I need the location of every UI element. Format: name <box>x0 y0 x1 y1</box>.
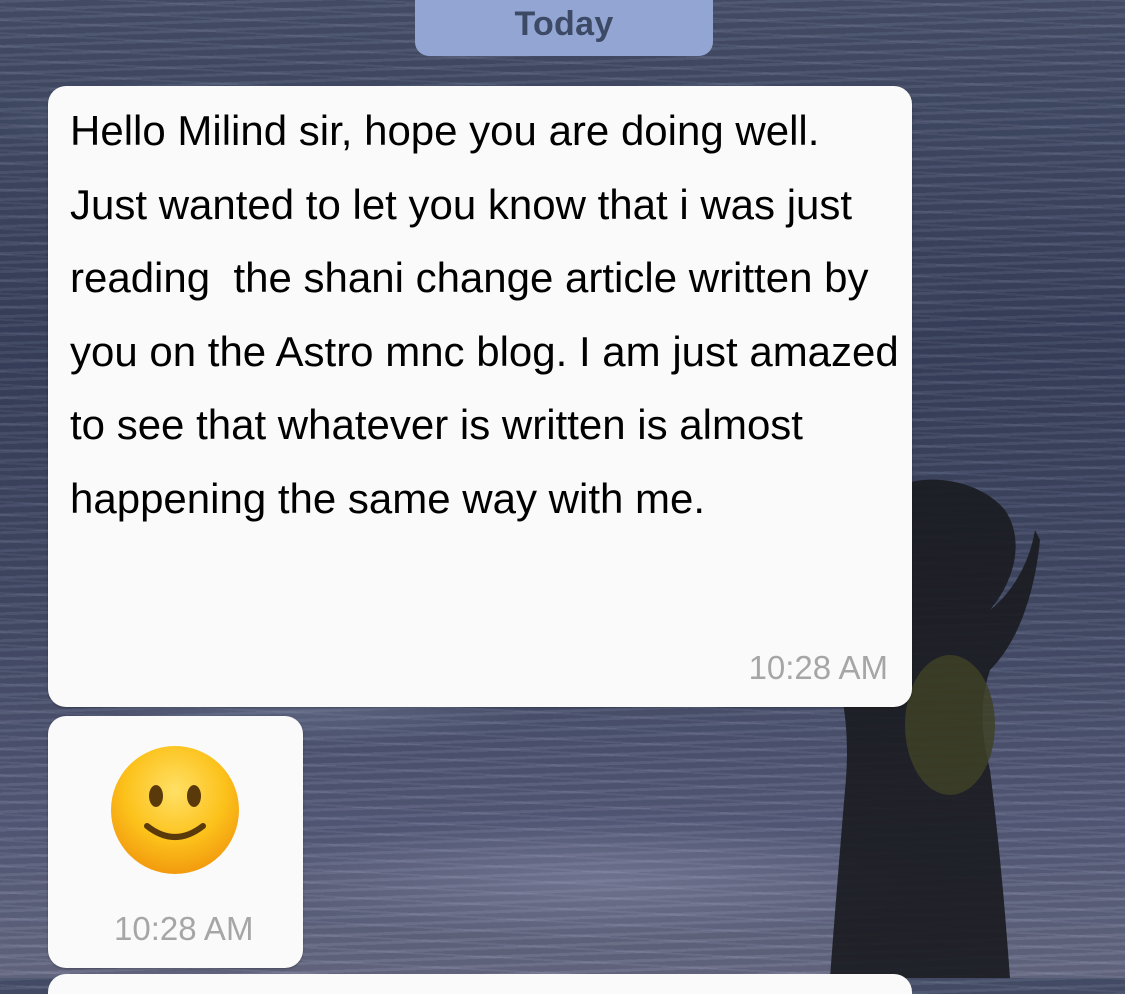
date-separator-label: Today <box>514 5 614 43</box>
slightly-smiling-face-icon <box>111 746 239 874</box>
message-bubble[interactable]: Hello Milind sir, hope you are doing wel… <box>48 86 912 707</box>
message-bubble[interactable]: 10:28 AM <box>48 716 303 968</box>
date-separator: Today <box>415 0 713 56</box>
message-timestamp: 10:28 AM <box>748 649 888 686</box>
next-message-bubble[interactable] <box>48 974 912 994</box>
message-text: Hello Milind sir, hope you are doing wel… <box>70 107 911 522</box>
message-timestamp: 10:28 AM <box>114 910 254 947</box>
